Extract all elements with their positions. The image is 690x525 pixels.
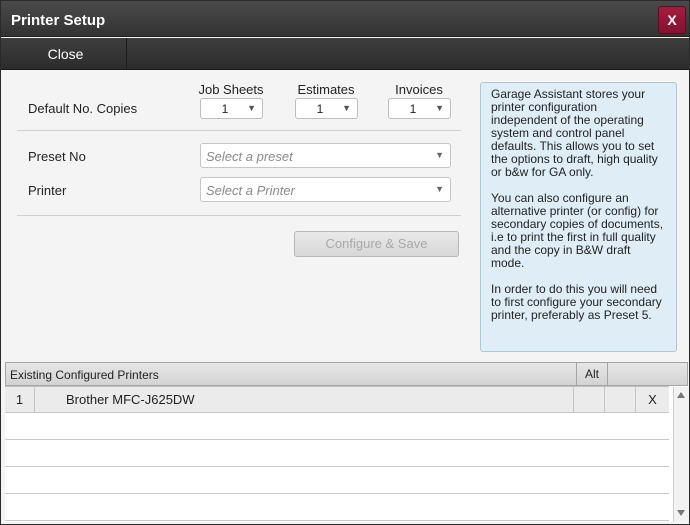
table-row xyxy=(5,467,669,494)
table-row xyxy=(5,494,669,521)
invoices-header: Invoices xyxy=(395,82,443,97)
info-paragraph: You can also configure an alternative pr… xyxy=(491,191,664,270)
divider xyxy=(17,130,461,131)
printer-name: Brother MFC-J625DW xyxy=(35,387,574,413)
job-sheets-header: Job Sheets xyxy=(198,82,264,97)
grid-title: Existing Configured Printers xyxy=(10,368,159,382)
estimates-header: Estimates xyxy=(297,82,355,97)
chevron-down-icon: ▼ xyxy=(435,184,444,194)
delete-row-button[interactable]: X xyxy=(636,387,669,413)
preset-select[interactable]: Select a preset ▼ xyxy=(200,143,451,168)
estimates-copies-value: 1 xyxy=(316,102,324,116)
close-button[interactable]: Close xyxy=(5,38,127,70)
alt-cell xyxy=(574,387,605,413)
info-paragraph: Garage Assistant stores your printer con… xyxy=(491,87,658,179)
info-panel: Garage Assistant stores your printer con… xyxy=(480,82,677,352)
printer-placeholder: Select a Printer xyxy=(206,183,295,198)
estimates-copies-select[interactable]: 1 ▼ xyxy=(295,98,358,119)
row-index: 1 xyxy=(5,387,35,413)
alt-column-header: Alt xyxy=(576,363,608,385)
table-row xyxy=(5,413,669,440)
info-paragraph: In order to do this you will need to fir… xyxy=(491,282,662,322)
vertical-scrollbar[interactable] xyxy=(673,387,688,522)
table-row xyxy=(5,440,669,467)
empty-cell xyxy=(605,387,636,413)
chevron-down-icon: ▼ xyxy=(435,103,444,113)
toolbar: Close xyxy=(1,38,689,70)
printer-setup-dialog: Printer Setup X Close Default No. Copies… xyxy=(0,0,690,525)
printer-label: Printer xyxy=(28,183,67,198)
configure-save-button[interactable]: Configure & Save xyxy=(294,231,459,257)
invoices-copies-value: 1 xyxy=(409,102,417,116)
job-sheets-copies-value: 1 xyxy=(221,102,229,116)
grid-header: Existing Configured Printers Alt xyxy=(5,362,688,386)
job-sheets-copies-select[interactable]: 1 ▼ xyxy=(200,98,263,119)
preset-label: Preset No xyxy=(28,149,86,164)
invoices-copies-select[interactable]: 1 ▼ xyxy=(388,98,451,119)
printer-select[interactable]: Select a Printer ▼ xyxy=(200,177,451,202)
dialog-title: Printer Setup xyxy=(11,12,106,29)
title-bar: Printer Setup X xyxy=(1,1,689,37)
chevron-down-icon: ▼ xyxy=(247,103,256,113)
close-dialog-button[interactable]: X xyxy=(658,6,686,34)
chevron-down-icon: ▼ xyxy=(342,103,351,113)
chevron-down-icon: ▼ xyxy=(435,150,444,160)
preset-placeholder: Select a preset xyxy=(206,149,293,164)
default-copies-label: Default No. Copies xyxy=(28,101,138,116)
arrow-down-icon[interactable] xyxy=(677,510,685,516)
configured-printers-grid: Existing Configured Printers Alt 1 Broth… xyxy=(5,362,688,522)
divider xyxy=(17,215,461,216)
arrow-up-icon[interactable] xyxy=(677,392,685,398)
table-row[interactable]: 1 Brother MFC-J625DW X xyxy=(5,386,669,413)
